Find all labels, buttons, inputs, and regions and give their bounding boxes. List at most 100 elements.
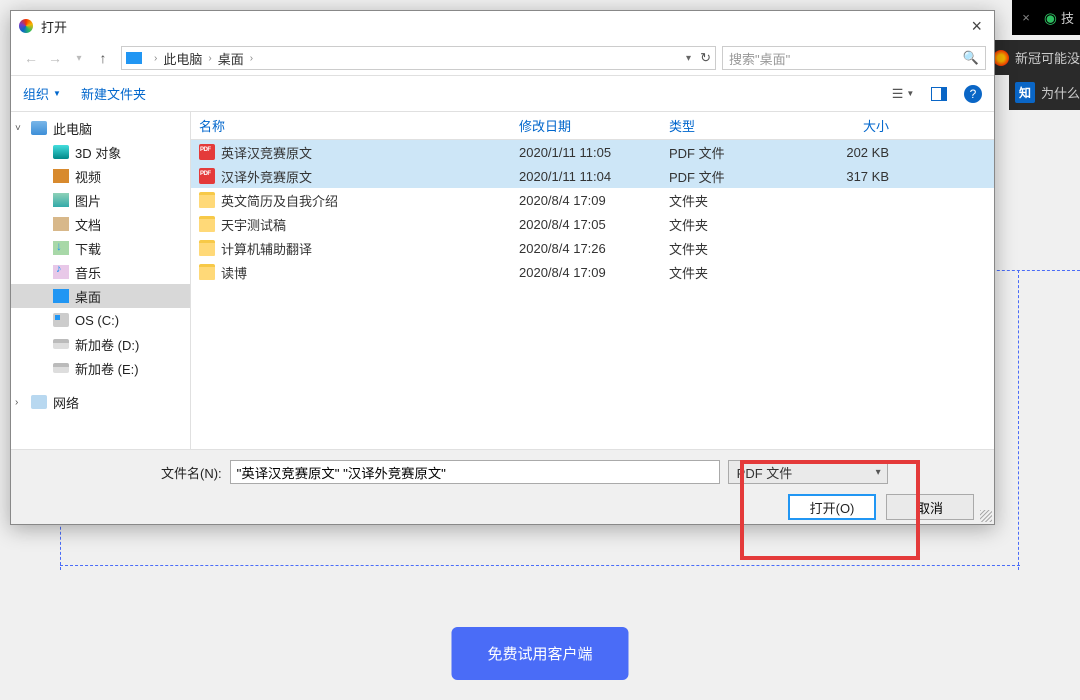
organize-label: 组织 xyxy=(23,84,49,103)
new-folder-button[interactable]: 新建文件夹 xyxy=(81,84,146,103)
chevron-right-icon: › xyxy=(15,397,18,408)
free-trial-button[interactable]: 免费试用客户端 xyxy=(451,627,628,680)
chevron-right-icon: › xyxy=(208,53,211,64)
help-icon[interactable]: ? xyxy=(964,85,982,103)
file-row[interactable]: 计算机辅助翻译 2020/8/4 17:26文件夹 xyxy=(191,236,994,260)
nav-back-icon[interactable]: ← xyxy=(19,50,43,66)
desktop-icon xyxy=(53,289,69,303)
folder-icon xyxy=(199,192,215,208)
folder-icon xyxy=(199,216,215,232)
tab-title-partial[interactable]: 技 xyxy=(1061,8,1080,27)
sidebar-item-label: OS (C:) xyxy=(75,313,119,328)
view-mode-icon[interactable]: ☰▼ xyxy=(892,85,914,103)
newfolder-label: 新建文件夹 xyxy=(81,84,146,103)
file-date: 2020/1/11 11:04 xyxy=(519,169,669,184)
folder-icon xyxy=(199,240,215,256)
file-row[interactable]: 天宇测试稿2020/8/4 17:05文件夹 xyxy=(191,212,994,236)
file-row[interactable]: 汉译外竞赛原文 2020/1/11 11:04PDF 文件317 KB xyxy=(191,164,994,188)
file-date: 2020/8/4 17:26 xyxy=(519,241,669,256)
sidebar-item-desktop[interactable]: 桌面 xyxy=(11,284,190,308)
sidebar-item-network[interactable]: › 网络 xyxy=(11,390,190,414)
drive-icon xyxy=(53,363,69,373)
organize-menu[interactable]: 组织 ▼ xyxy=(23,84,61,103)
browser-tab-row2: 新冠可能没 xyxy=(987,40,1080,75)
file-row[interactable]: 读博2020/8/4 17:09文件夹 xyxy=(191,260,994,284)
col-header-name[interactable]: 名称 xyxy=(199,116,519,135)
col-header-date[interactable]: 修改日期 xyxy=(519,116,669,135)
annotation-highlight xyxy=(740,460,920,560)
sidebar-item-label: 视频 xyxy=(75,167,101,186)
tab2-title-partial[interactable]: 新冠可能没 xyxy=(1015,48,1080,67)
sidebar-item-osc[interactable]: OS (C:) xyxy=(11,308,190,332)
close-icon[interactable]: × xyxy=(967,16,986,37)
refresh-icon[interactable]: ↻ xyxy=(700,50,711,66)
chevron-down-icon: ˅ xyxy=(15,123,21,134)
sidebar-item-label: 图片 xyxy=(75,191,101,210)
nav-recent-icon[interactable]: ▾ xyxy=(67,53,91,64)
guide-line-v2 xyxy=(1018,270,1019,570)
pc-icon xyxy=(126,52,142,64)
3d-icon xyxy=(53,145,69,159)
sidebar-nav: ˅此电脑 3D 对象 视频 图片 文档 下载 音乐 桌面 OS (C:) 新加卷… xyxy=(11,112,191,449)
file-name: 天宇测试稿 xyxy=(221,215,286,234)
sidebar-item-label: 3D 对象 xyxy=(75,143,121,162)
col-header-size[interactable]: 大小 xyxy=(819,116,909,135)
file-type: 文件夹 xyxy=(669,215,819,234)
pdf-icon xyxy=(199,144,215,160)
tab-close-icon[interactable]: × xyxy=(1012,10,1040,25)
filename-label: 文件名(N): xyxy=(161,463,222,482)
sidebar-item-drive-d[interactable]: 新加卷 (D:) xyxy=(11,332,190,356)
file-row[interactable]: 英文简历及自我介绍2020/8/4 17:09文件夹 xyxy=(191,188,994,212)
search-input[interactable]: 搜索"桌面" 🔍 xyxy=(722,46,986,70)
sidebar-item-pictures[interactable]: 图片 xyxy=(11,188,190,212)
breadcrumb-desktop[interactable]: 桌面 xyxy=(218,49,244,68)
file-size: 317 KB xyxy=(819,169,909,184)
search-placeholder: 搜索"桌面" xyxy=(729,49,790,68)
file-name: 计算机辅助翻译 xyxy=(221,239,312,258)
file-type: PDF 文件 xyxy=(669,167,819,186)
resize-grip-icon[interactable] xyxy=(980,510,992,522)
address-bar[interactable]: › 此电脑 › 桌面 › ▾ ↻ xyxy=(121,46,716,70)
file-date: 2020/8/4 17:09 xyxy=(519,265,669,280)
sidebar-item-3dobjects[interactable]: 3D 对象 xyxy=(11,140,190,164)
filename-input[interactable] xyxy=(230,460,720,484)
nav-forward-icon[interactable]: → xyxy=(43,50,67,66)
chevron-right-icon: › xyxy=(250,53,253,64)
sidebar-item-videos[interactable]: 视频 xyxy=(11,164,190,188)
file-date: 2020/8/4 17:09 xyxy=(519,193,669,208)
sidebar-item-label: 下载 xyxy=(75,239,101,258)
sidebar-item-music[interactable]: 音乐 xyxy=(11,260,190,284)
col-header-type[interactable]: 类型 xyxy=(669,116,819,135)
sidebar-item-label: 新加卷 (D:) xyxy=(75,335,139,354)
pc-icon xyxy=(31,121,47,135)
dialog-titlebar: 打开 × xyxy=(11,11,994,41)
video-icon xyxy=(53,169,69,183)
file-type: 文件夹 xyxy=(669,239,819,258)
file-name: 英文简历及自我介绍 xyxy=(221,191,338,210)
app-logo-icon xyxy=(19,19,33,33)
sidebar-item-label: 文档 xyxy=(75,215,101,234)
browser-tab-row3: 知 为什么 xyxy=(1009,75,1080,110)
file-size: 202 KB xyxy=(819,145,909,160)
sidebar-item-drive-e[interactable]: 新加卷 (E:) xyxy=(11,356,190,380)
document-icon xyxy=(53,217,69,231)
breadcrumb-thispc[interactable]: 此电脑 xyxy=(163,49,202,68)
dialog-title: 打开 xyxy=(41,17,67,36)
column-headers: 名称 修改日期 类型 大小 xyxy=(191,112,994,140)
sidebar-item-label: 网络 xyxy=(53,393,79,412)
wechat-icon: ◉ xyxy=(1040,9,1061,27)
file-name: 汉译外竞赛原文 xyxy=(221,167,312,186)
tab3-title-partial[interactable]: 为什么 xyxy=(1041,83,1080,102)
sidebar-item-label: 音乐 xyxy=(75,263,101,282)
sidebar-item-downloads[interactable]: 下载 xyxy=(11,236,190,260)
preview-pane-icon[interactable] xyxy=(928,85,950,103)
file-type: 文件夹 xyxy=(669,263,819,282)
nav-up-icon[interactable]: ↑ xyxy=(91,50,115,66)
file-row[interactable]: 英译汉竞赛原文2020/1/11 11:05PDF 文件202 KB xyxy=(191,140,994,164)
address-dropdown-icon[interactable]: ▾ xyxy=(686,53,691,64)
sidebar-item-thispc[interactable]: ˅此电脑 xyxy=(11,116,190,140)
browser-tab-strip: × ◉ 技 xyxy=(1012,0,1080,35)
search-icon[interactable]: 🔍 xyxy=(963,50,979,66)
sidebar-item-documents[interactable]: 文档 xyxy=(11,212,190,236)
file-type: PDF 文件 xyxy=(669,143,819,162)
